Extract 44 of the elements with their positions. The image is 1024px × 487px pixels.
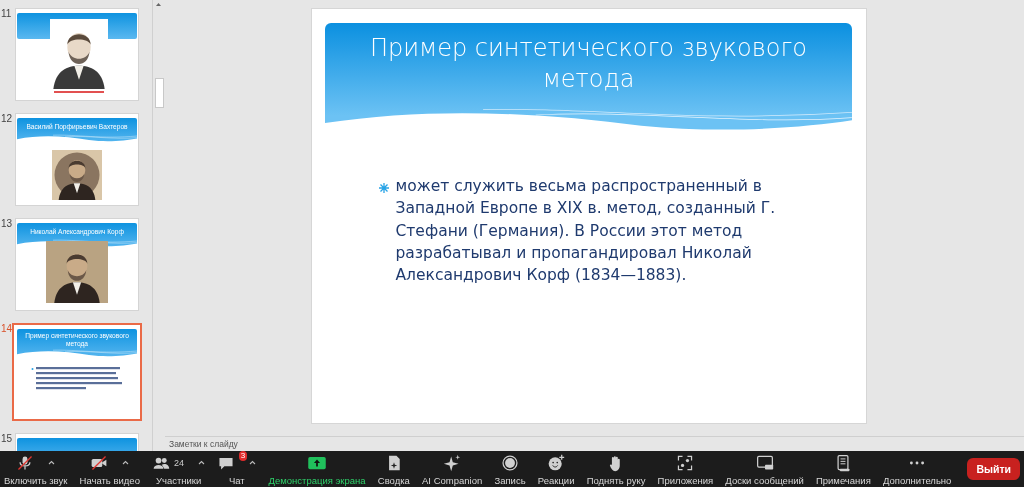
notebook-icon	[834, 453, 853, 472]
toolbar-button[interactable]: Включить звук	[2, 452, 70, 486]
toolbar-button[interactable]: AI Companion	[420, 452, 485, 486]
leave-button[interactable]: Выйти	[967, 458, 1020, 480]
slide-title: Пример синтетического звукового метода	[369, 33, 808, 96]
share-screen-icon	[307, 455, 328, 470]
toolbar-button[interactable]: Демонстрация экрана	[266, 452, 368, 486]
toolbar-button[interactable]: 3 Чат	[215, 452, 259, 486]
camera-icon	[90, 453, 109, 472]
toolbar-button[interactable]: Сводка	[375, 452, 412, 486]
scrollbar[interactable]	[152, 0, 165, 451]
caret-icon[interactable]	[198, 460, 206, 465]
bullet-icon	[378, 180, 389, 193]
toolbar-button[interactable]: Реакции	[535, 452, 577, 486]
toolbar-button[interactable]: 24 Участники	[150, 452, 208, 486]
toolbar-button[interactable]: Дополнительно	[881, 452, 954, 486]
scroll-thumb[interactable]	[155, 78, 164, 108]
unread-badge: 3	[238, 450, 248, 461]
participant-count: 24	[174, 457, 185, 468]
toolbar-button[interactable]: Запись	[492, 452, 528, 486]
toolbar-button[interactable]: Начать видео	[77, 452, 142, 486]
apps-icon	[676, 453, 695, 472]
bullet-text: может служить весьма распространенный в Западной Европе в XIX в. метод, созданный Г. Стефани (Германия). В России этот метод разрабатывал и пропагандировал Николай Александрович Корф (1834—1883).	[395, 176, 777, 287]
board-icon	[755, 453, 774, 472]
notes-field[interactable]: Заметки к слайду	[165, 437, 373, 451]
sparkle-icon	[443, 453, 462, 472]
caret-icon[interactable]	[48, 460, 56, 465]
slide-thumbnail[interactable]	[15, 8, 139, 101]
toolbar-button[interactable]: Приложения	[655, 452, 716, 486]
slide-number: 11	[0, 8, 13, 19]
microphone-icon	[16, 453, 35, 472]
slide-number: 12	[0, 113, 13, 124]
caret-icon[interactable]	[249, 460, 257, 465]
caption-line	[54, 91, 104, 93]
slide-number: 13	[0, 218, 13, 229]
toolbar-button[interactable]: Примечания	[813, 452, 873, 486]
caret-icon[interactable]	[122, 460, 130, 465]
slide-number: 15	[0, 433, 13, 444]
toolbar-button[interactable]: Поднять руку	[584, 452, 648, 486]
toolbar-button[interactable]: Доски сообщений	[723, 452, 806, 486]
scroll-up-icon[interactable]	[155, 1, 162, 8]
record-icon	[501, 453, 519, 472]
more-icon	[908, 460, 927, 465]
slide-number: 14	[0, 323, 13, 334]
